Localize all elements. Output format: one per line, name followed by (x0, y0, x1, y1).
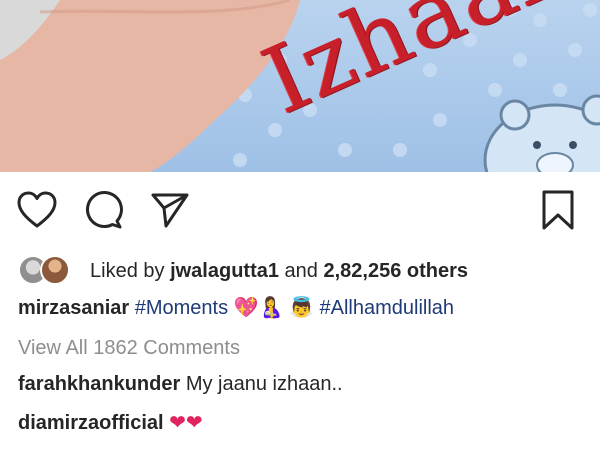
liker-avatars (18, 255, 82, 287)
liked-by-text: Liked by jwalagutta1 and 2,82,256 others (90, 260, 468, 283)
post-photo[interactable]: Izhaan (0, 0, 600, 172)
bookmark-icon (542, 190, 574, 230)
likes-summary: Liked by jwalagutta1 and 2,82,256 others (18, 255, 468, 287)
save-button[interactable] (534, 186, 582, 234)
comment-text: ❤❤ (169, 412, 203, 434)
caption-username[interactable]: mirzasaniar (18, 297, 129, 319)
avatar[interactable] (40, 255, 70, 285)
like-button[interactable] (13, 186, 61, 234)
liked-by-username[interactable]: jwalagutta1 (170, 260, 279, 282)
share-button[interactable] (146, 186, 194, 234)
view-all-comments-link[interactable]: View All 1862 Comments (18, 337, 240, 360)
comment-text: My jaanu izhaan.. (185, 373, 343, 395)
comment-icon (86, 191, 123, 229)
post-actions (0, 186, 600, 236)
sparkling-heart-emoji: 💖 (233, 295, 259, 319)
hashtag-moments[interactable]: #Moments (135, 297, 228, 319)
comment-item: farahkhankunder My jaanu izhaan.. (18, 373, 343, 396)
comment-button[interactable] (80, 186, 128, 234)
heart-icon (17, 191, 57, 228)
comment-username[interactable]: diamirzaofficial (18, 412, 164, 434)
comment-item: diamirzaofficial ❤❤ (18, 410, 203, 435)
liked-by-prefix: Liked by (90, 259, 165, 282)
comment-username[interactable]: farahkhankunder (18, 373, 180, 395)
post-caption: mirzasaniar #Moments 💖🤱 👼 #Allhamdulilla… (18, 295, 454, 320)
hashtag-allhamdulillah[interactable]: #Allhamdulillah (320, 297, 455, 319)
likes-count[interactable]: 2,82,256 others (323, 260, 468, 282)
breastfeeding-emoji: 🤱 (258, 295, 284, 319)
liked-by-and: and (284, 259, 318, 282)
paper-plane-icon (151, 193, 189, 228)
baby-angel-emoji: 👼 (289, 295, 314, 319)
